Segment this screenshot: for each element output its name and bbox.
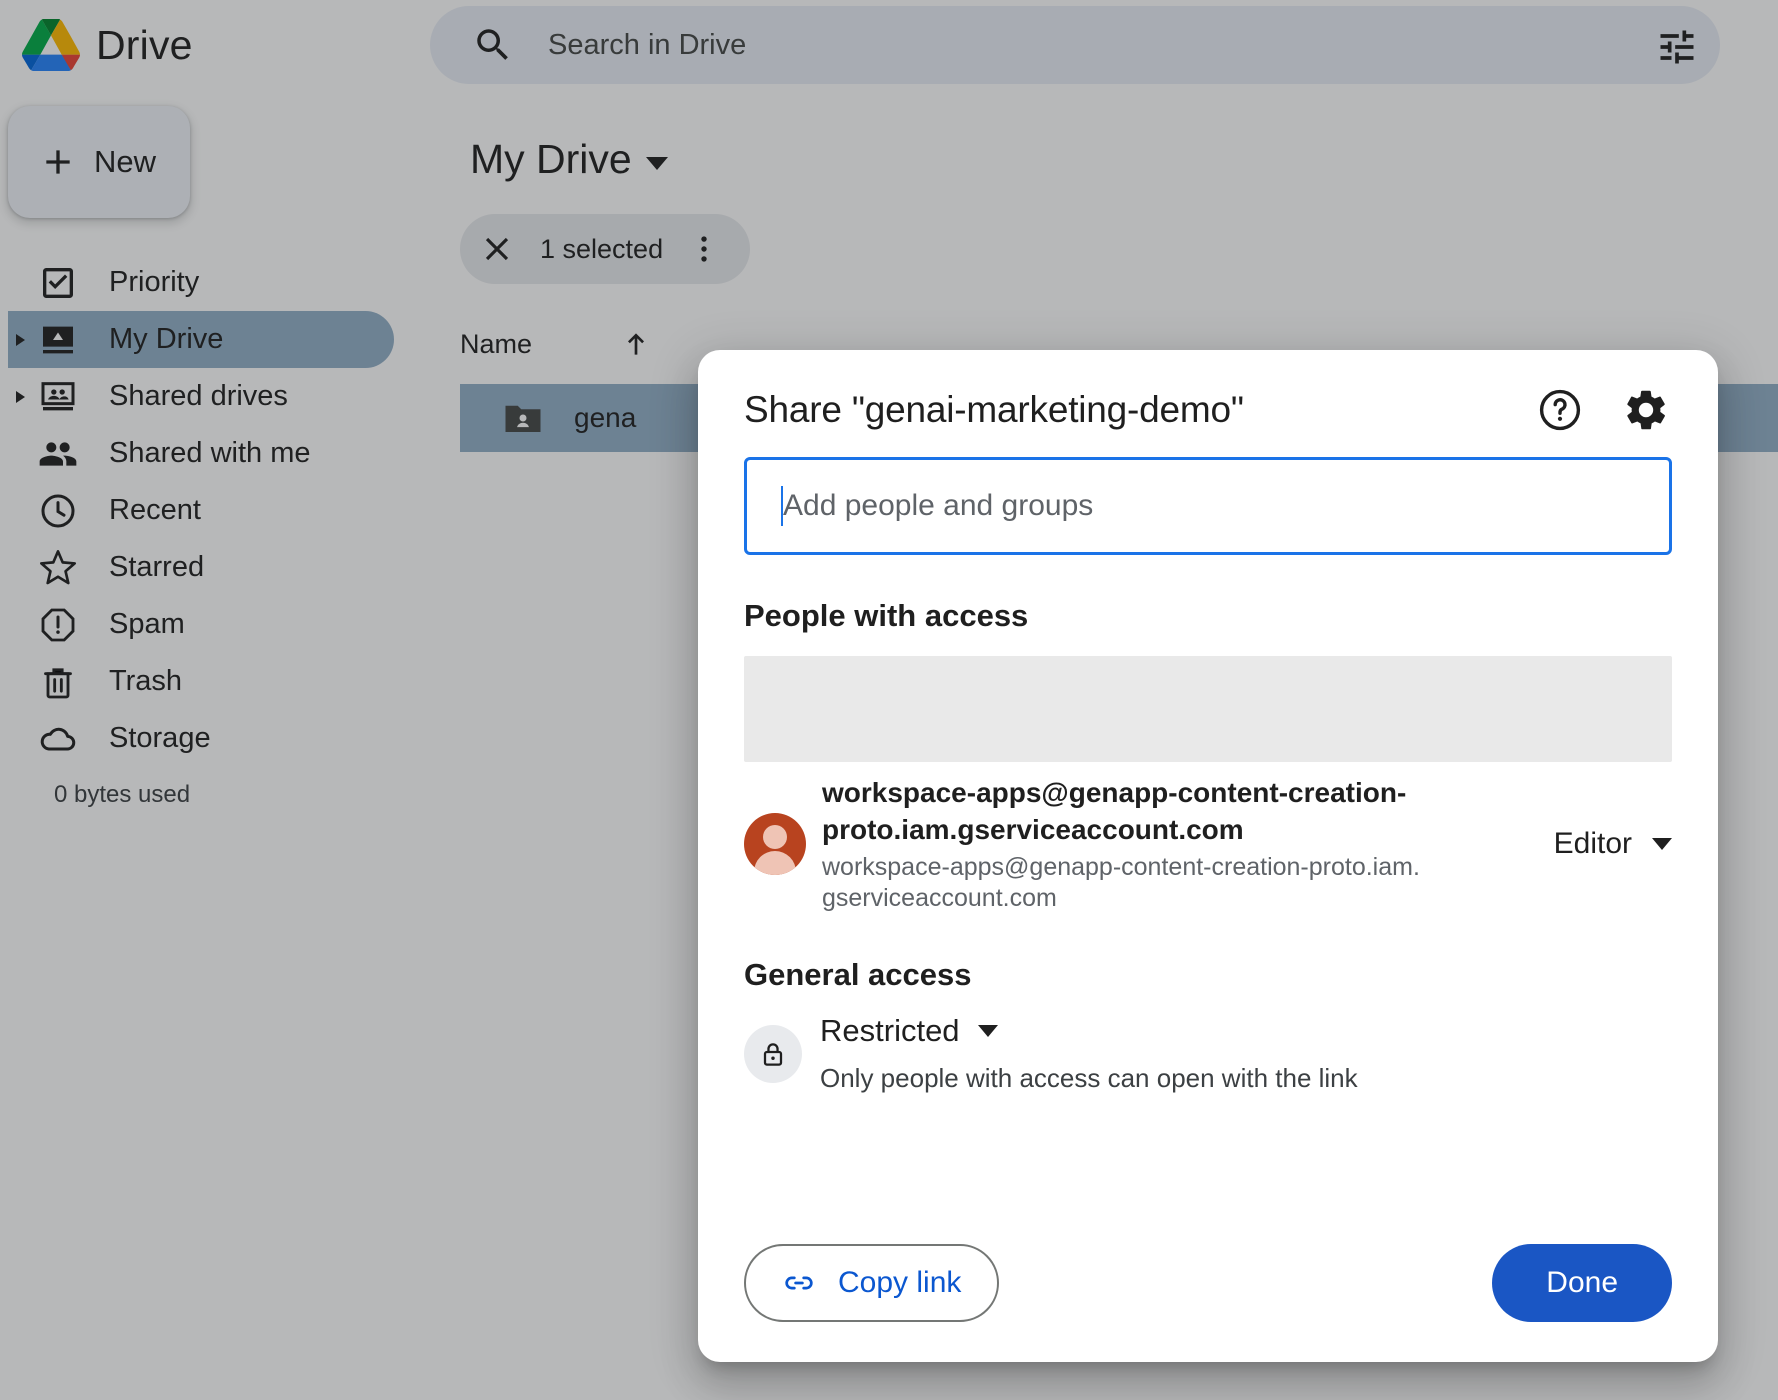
person-meta: workspace-apps@genapp-content-creation-p… [822,774,1422,914]
help-icon [1539,389,1581,431]
settings-button[interactable] [1620,384,1672,436]
lock-icon [763,1043,783,1066]
general-access-dropdown[interactable]: Restricted [820,1013,1358,1049]
gear-icon [1627,390,1665,430]
general-access-value: Restricted [820,1013,960,1048]
general-access-row: Restricted Only people with access can o… [744,1013,1672,1094]
avatar-body [754,851,796,875]
help-button[interactable] [1534,384,1586,436]
chevron-down-icon [1652,838,1672,850]
share-dialog-title: Share "genai-marketing-demo" [744,389,1244,430]
avatar [744,813,806,875]
copy-link-label: Copy link [838,1266,962,1299]
general-access-title: General access [744,957,972,992]
link-icon [785,1276,813,1290]
people-with-access-title: People with access [744,598,1029,633]
role-label: Editor [1553,827,1632,860]
add-people-field[interactable] [744,457,1672,555]
person-name: workspace-apps@genapp-content-creation-p… [822,777,1407,845]
share-dialog-header: Share "genai-marketing-demo" [744,350,1672,440]
role-dropdown[interactable]: Editor [1554,827,1672,861]
done-button[interactable]: Done [1492,1244,1672,1322]
general-access-description: Only people with access can open with th… [820,1063,1358,1093]
general-access-body: Restricted Only people with access can o… [820,1013,1358,1094]
people-list-placeholder [744,656,1672,762]
drive-app: Drive New [0,0,1778,1400]
add-people-input[interactable] [783,489,1669,523]
copy-link-button[interactable]: Copy link [744,1244,1000,1322]
avatar-head [763,825,787,850]
person-email: workspace-apps@genapp-content-creation-p… [822,853,1420,912]
share-dialog: Share "genai-marketing-demo" Add people … [698,350,1718,1362]
share-dialog-footer: Copy link Done [744,1244,1672,1322]
chevron-down-icon [977,1025,998,1037]
person-row: workspace-apps@genapp-content-creation-p… [744,774,1672,914]
lock-chip [744,1025,802,1083]
share-dialog-header-actions [1534,384,1672,436]
